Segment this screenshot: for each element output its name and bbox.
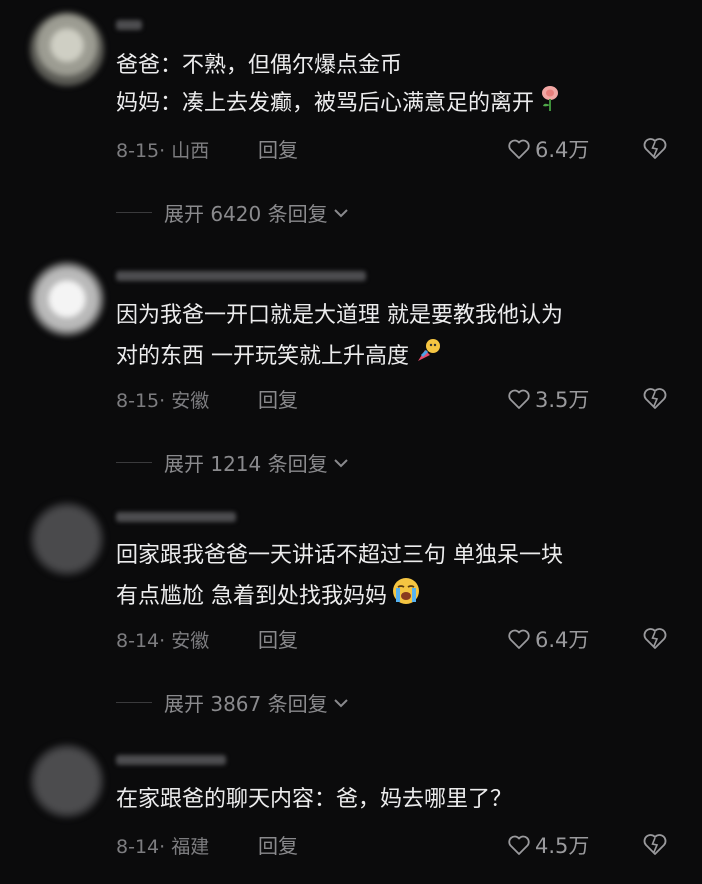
crying-face-emoji <box>391 576 421 618</box>
comment-meta: 8-14· 福建 <box>116 836 210 858</box>
comment-text-line-content: 有点尴尬 急着到处找我妈妈 <box>116 584 387 609</box>
divider <box>116 702 152 703</box>
chevron-down-icon <box>333 698 348 707</box>
reply-button[interactable]: 回复 <box>258 624 298 653</box>
chevron-down-icon <box>333 458 348 467</box>
like-button[interactable]: 6.4万 <box>507 624 589 654</box>
rose-emoji <box>538 84 562 124</box>
expand-replies-button[interactable]: 展开 6420 条回复 <box>116 198 350 227</box>
dislike-icon[interactable] <box>641 384 669 412</box>
reply-button[interactable]: 回复 <box>258 384 298 413</box>
heart-icon <box>508 835 530 855</box>
expand-replies-button[interactable]: 展开 3867 条回复 <box>116 688 350 717</box>
comment-text-line: 爸爸：不熟，但偶尔爆点金币 <box>116 53 403 78</box>
comment-meta: 8-15· 安徽 <box>116 390 210 412</box>
comment-text-line: 因为我爸一开口就是大道理 就是要教我他认为 <box>116 303 563 328</box>
heart-icon <box>508 389 530 409</box>
expand-replies-button[interactable]: 展开 1214 条回复 <box>116 448 350 477</box>
like-count: 6.4万 <box>535 138 590 162</box>
avatar[interactable] <box>30 262 104 336</box>
expand-replies-label: 展开 1214 条回复 <box>164 452 328 476</box>
comment-meta: 8-15· 山西 <box>116 140 210 162</box>
like-button[interactable]: 4.5万 <box>507 830 589 860</box>
comment-text-line: 对的东西 一开玩笑就上升高度 <box>116 336 443 378</box>
heart-icon <box>508 629 530 649</box>
comment-text-line: 有点尴尬 急着到处找我妈妈 <box>116 576 421 618</box>
username-blurred[interactable] <box>116 512 236 522</box>
username-blurred[interactable] <box>116 755 226 765</box>
comment-text-line: 妈妈：凑上去发癫，被骂后心满意足的离开 <box>116 84 562 124</box>
like-count: 6.4万 <box>535 628 590 652</box>
heart-icon <box>508 139 530 159</box>
avatar[interactable] <box>30 12 104 86</box>
reply-button[interactable]: 回复 <box>258 830 298 859</box>
username-blurred[interactable] <box>116 271 366 281</box>
comment-text-line: 回家跟我爸爸一天讲话不超过三句 单独呆一块 <box>116 543 563 568</box>
dislike-icon[interactable] <box>641 624 669 652</box>
comment-meta: 8-14· 安徽 <box>116 630 210 652</box>
dislike-icon[interactable] <box>641 134 669 162</box>
like-count: 4.5万 <box>535 834 590 858</box>
like-count: 3.5万 <box>535 388 590 412</box>
divider <box>116 462 152 463</box>
dislike-icon[interactable] <box>641 830 669 858</box>
divider <box>116 212 152 213</box>
comment-text-line: 在家跟爸的聊天内容：爸，妈去哪里了？ <box>116 787 513 812</box>
chevron-down-icon <box>333 208 348 217</box>
reply-button[interactable]: 回复 <box>258 134 298 163</box>
avatar[interactable] <box>30 744 104 818</box>
like-button[interactable]: 3.5万 <box>507 384 589 414</box>
expand-replies-label: 展开 3867 条回复 <box>164 692 328 716</box>
rocket-emoji <box>413 336 443 378</box>
comment-text-line-content: 妈妈：凑上去发癫，被骂后心满意足的离开 <box>116 91 535 116</box>
avatar[interactable] <box>30 502 104 576</box>
expand-replies-label: 展开 6420 条回复 <box>164 202 328 226</box>
comment-text-line-content: 对的东西 一开玩笑就上升高度 <box>116 344 409 369</box>
username-blurred[interactable] <box>116 20 142 30</box>
like-button[interactable]: 6.4万 <box>507 134 589 164</box>
